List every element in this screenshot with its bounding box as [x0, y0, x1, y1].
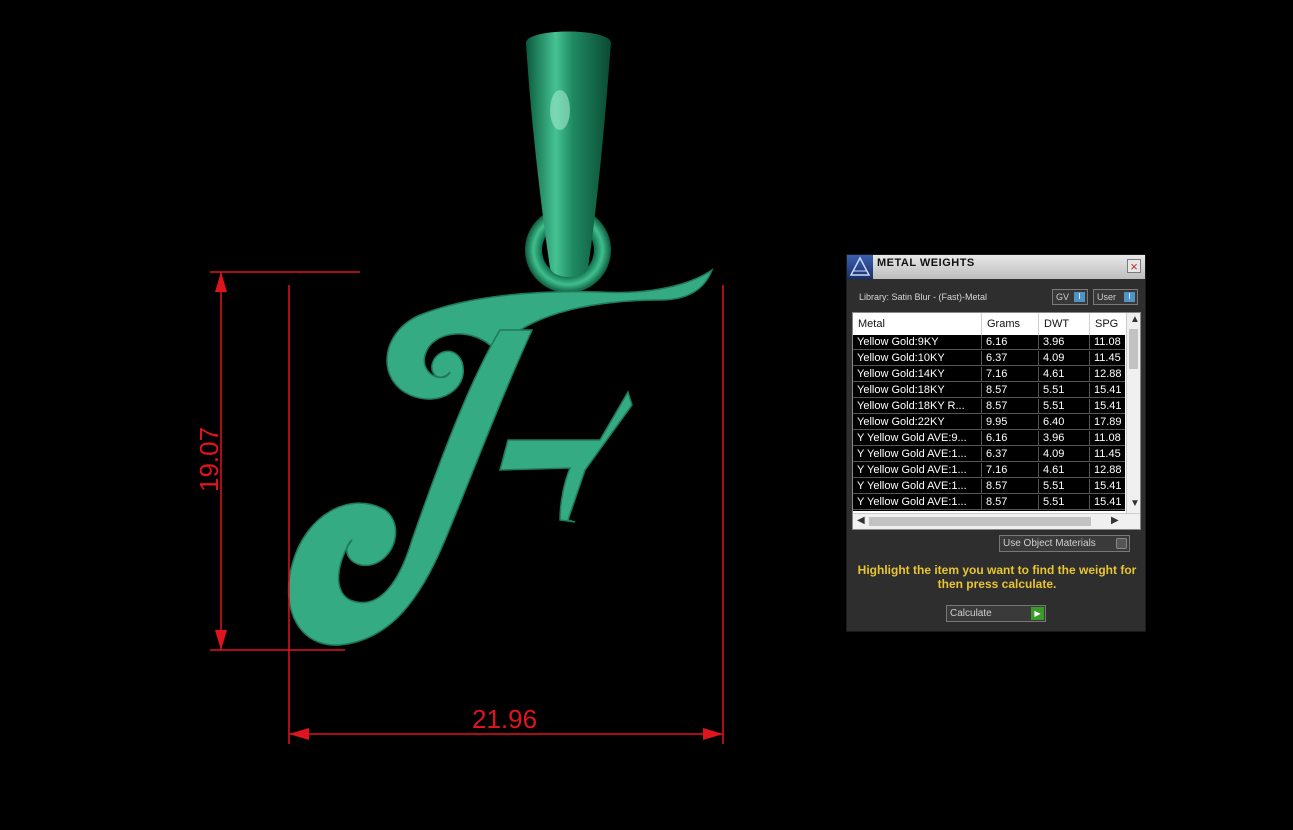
cell-spg: 11.08 — [1090, 335, 1125, 350]
scroll-left-icon[interactable]: ◀ — [857, 515, 865, 526]
cell-spg: 11.08 — [1090, 431, 1125, 446]
table-row[interactable]: Yellow Gold:10KY 6.37 4.09 11.45 — [853, 351, 1125, 367]
use-object-materials-checkbox[interactable]: Use Object Materials — [999, 535, 1130, 552]
panel-title: METAL WEIGHTS — [877, 257, 975, 269]
scroll-down-icon[interactable]: ▼ — [1130, 498, 1140, 509]
checkbox-icon[interactable] — [1116, 538, 1127, 549]
cell-spg: 12.88 — [1090, 367, 1125, 382]
cell-metal: Y Yellow Gold AVE:1... — [853, 479, 982, 494]
scroll-thumb[interactable] — [1129, 329, 1138, 369]
cell-spg: 15.41 — [1090, 495, 1125, 510]
cell-dwt: 4.09 — [1039, 351, 1090, 366]
table-row[interactable]: Yellow Gold:18KY R... 8.57 5.51 15.41 — [853, 399, 1125, 415]
column-header-spg[interactable]: SPG — [1095, 318, 1118, 330]
letter-f-model — [287, 268, 714, 646]
scroll-up-icon[interactable]: ▲ — [1130, 314, 1140, 325]
gv-toggle-label: GV — [1056, 292, 1070, 302]
cell-metal: Y Yellow Gold AVE:1... — [853, 463, 982, 478]
close-button[interactable]: × — [1127, 259, 1141, 273]
user-toggle-label: User — [1097, 292, 1117, 302]
table-row[interactable]: Y Yellow Gold AVE:9... 6.16 3.96 11.08 — [853, 431, 1125, 447]
toggle-switch-icon: I — [1074, 292, 1085, 302]
cell-grams: 8.57 — [982, 495, 1039, 510]
column-header-grams[interactable]: Grams — [987, 318, 1020, 330]
cell-grams: 6.37 — [982, 447, 1039, 462]
scroll-thumb[interactable] — [869, 517, 1091, 526]
cell-grams: 9.95 — [982, 415, 1039, 430]
cell-metal: Y Yellow Gold AVE:1... — [853, 495, 982, 510]
cell-grams: 6.16 — [982, 335, 1039, 350]
table-row[interactable]: Y Yellow Gold AVE:1... 6.37 4.09 11.45 — [853, 447, 1125, 463]
cell-grams: 8.57 — [982, 479, 1039, 494]
column-divider — [1038, 313, 1039, 335]
calculate-button[interactable]: Calculate ▶ — [946, 605, 1046, 622]
cell-spg: 11.45 — [1090, 351, 1125, 366]
cell-grams: 7.16 — [982, 367, 1039, 382]
column-header-metal[interactable]: Metal — [858, 318, 885, 330]
cell-dwt: 4.09 — [1039, 447, 1090, 462]
cell-dwt: 5.51 — [1039, 383, 1090, 398]
play-icon: ▶ — [1031, 607, 1044, 620]
cell-metal: Yellow Gold:14KY — [853, 367, 982, 382]
vertical-scrollbar[interactable]: ▲ ▼ — [1126, 313, 1140, 513]
cell-spg: 15.41 — [1090, 479, 1125, 494]
cell-grams: 6.16 — [982, 431, 1039, 446]
metal-table[interactable]: Metal Grams DWT SPG Yellow Gold:9KY 6.16 3… — [852, 312, 1141, 530]
cell-dwt: 5.51 — [1039, 479, 1090, 494]
column-divider — [1089, 313, 1090, 335]
width-dimension-label: 21.96 — [472, 704, 537, 734]
instruction-text: Highlight the item you want to find the … — [857, 563, 1137, 591]
cell-metal: Y Yellow Gold AVE:1... — [853, 447, 982, 462]
cell-metal: Yellow Gold:18KY R... — [853, 399, 982, 414]
cell-dwt: 5.51 — [1039, 495, 1090, 510]
horizontal-scrollbar[interactable]: ◀ ▶ — [853, 513, 1140, 529]
height-dimension-label: 19.07 — [194, 427, 224, 492]
use-object-materials-label: Use Object Materials — [1003, 538, 1096, 549]
table-row[interactable]: Y Yellow Gold AVE:1... 8.57 5.51 15.41 — [853, 495, 1125, 511]
app-logo-icon — [847, 255, 873, 279]
cell-grams: 6.37 — [982, 351, 1039, 366]
cell-spg: 15.41 — [1090, 399, 1125, 414]
library-label: Library: Satin Blur - (Fast)-Metal — [859, 292, 988, 302]
table-row[interactable]: Yellow Gold:22KY 9.95 6.40 17.89 — [853, 415, 1125, 431]
user-toggle[interactable]: User I — [1093, 289, 1138, 305]
cell-dwt: 5.51 — [1039, 399, 1090, 414]
cell-spg: 15.41 — [1090, 383, 1125, 398]
cell-grams: 7.16 — [982, 463, 1039, 478]
cell-metal: Yellow Gold:10KY — [853, 351, 982, 366]
table-row[interactable]: Yellow Gold:14KY 7.16 4.61 12.88 — [853, 367, 1125, 383]
cell-metal: Y Yellow Gold AVE:9... — [853, 431, 982, 446]
metal-weights-panel: METAL WEIGHTS × Library: Satin Blur - (F… — [846, 254, 1146, 632]
cell-dwt: 6.40 — [1039, 415, 1090, 430]
cell-dwt: 4.61 — [1039, 367, 1090, 382]
cell-spg: 17.89 — [1090, 415, 1125, 430]
cell-grams: 8.57 — [982, 383, 1039, 398]
panel-titlebar[interactable]: METAL WEIGHTS × — [847, 255, 1145, 279]
calculate-label: Calculate — [950, 608, 992, 619]
cell-metal: Yellow Gold:9KY — [853, 335, 982, 350]
cell-dwt: 4.61 — [1039, 463, 1090, 478]
scroll-right-icon[interactable]: ▶ — [1111, 515, 1119, 526]
table-header: Metal Grams DWT SPG — [853, 313, 1125, 335]
gv-toggle[interactable]: GV I — [1052, 289, 1088, 305]
cell-grams: 8.57 — [982, 399, 1039, 414]
cell-dwt: 3.96 — [1039, 431, 1090, 446]
column-header-dwt[interactable]: DWT — [1044, 318, 1069, 330]
cell-spg: 12.88 — [1090, 463, 1125, 478]
table-row[interactable]: Yellow Gold:18KY 8.57 5.51 15.41 — [853, 383, 1125, 399]
cell-spg: 11.45 — [1090, 447, 1125, 462]
toggle-switch-icon: I — [1124, 292, 1135, 302]
cell-metal: Yellow Gold:22KY — [853, 415, 982, 430]
table-body: Yellow Gold:9KY 6.16 3.96 11.08 Yellow Gold:… — [853, 335, 1125, 511]
column-divider — [981, 313, 982, 335]
table-row[interactable]: Y Yellow Gold AVE:1... 7.16 4.61 12.88 — [853, 463, 1125, 479]
cell-metal: Yellow Gold:18KY — [853, 383, 982, 398]
table-row[interactable]: Y Yellow Gold AVE:1... 8.57 5.51 15.41 — [853, 479, 1125, 495]
table-row[interactable]: Yellow Gold:9KY 6.16 3.96 11.08 — [853, 335, 1125, 351]
cell-dwt: 3.96 — [1039, 335, 1090, 350]
